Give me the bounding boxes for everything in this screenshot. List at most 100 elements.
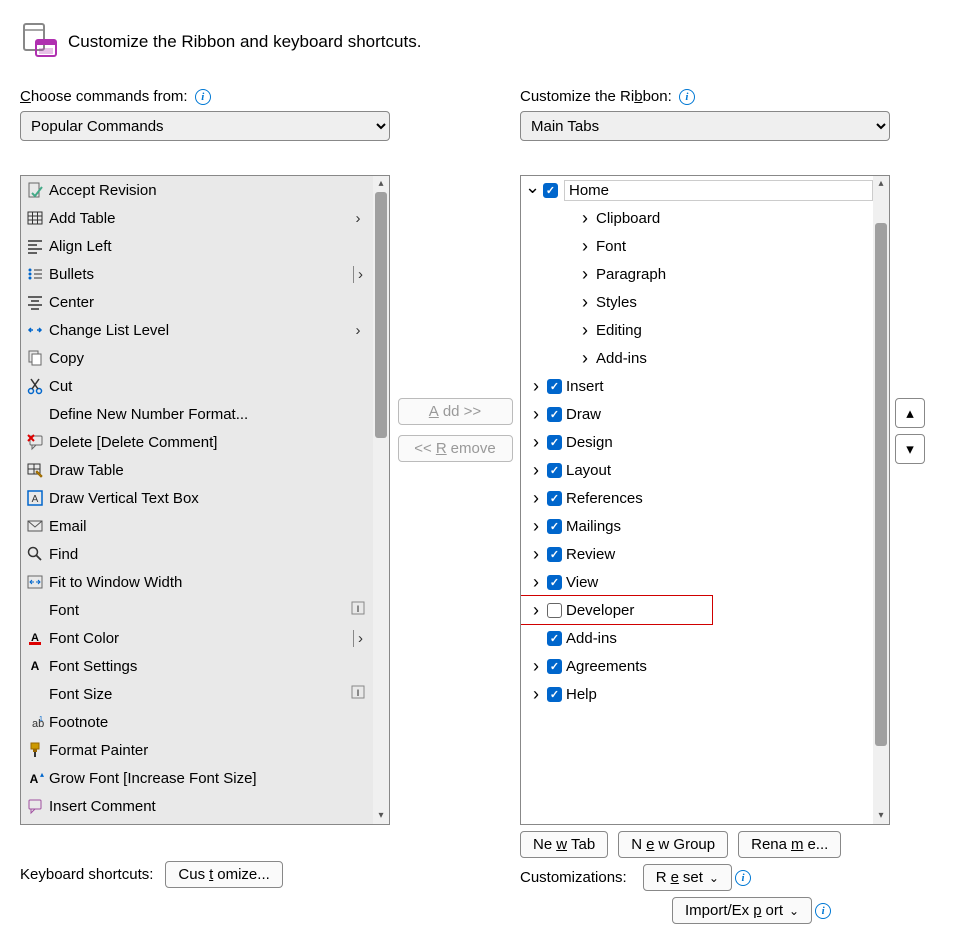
command-item[interactable]: Bullets› [21,260,373,288]
command-item[interactable]: Cut [21,372,373,400]
chevron-right-icon[interactable] [578,348,592,369]
checkbox[interactable] [547,547,562,562]
command-item[interactable]: A▴Grow Font [Increase Font Size] [21,764,373,792]
scroll-thumb[interactable] [875,223,887,747]
checkbox[interactable] [547,687,562,702]
info-icon[interactable]: i [735,870,751,886]
tree-row[interactable]: Editing [521,316,873,344]
tree-row[interactable]: Clipboard [521,204,873,232]
new-group-button[interactable]: New Group [618,831,728,858]
add-button[interactable]: Add >> [398,398,513,425]
remove-button[interactable]: << Remove [398,435,513,462]
customize-shortcuts-button[interactable]: Customize... [165,861,282,888]
info-icon[interactable]: i [679,89,695,105]
scrollbar[interactable]: ▴ ▾ [873,176,889,824]
command-item[interactable]: Fit to Window Width [21,568,373,596]
checkbox[interactable] [547,575,562,590]
rename-button[interactable]: Rename... [738,831,841,858]
chevron-right-icon[interactable] [529,656,543,677]
tree-row[interactable]: Review [521,540,873,568]
command-item[interactable]: Change List Level› [21,316,373,344]
command-item[interactable]: Align Left [21,232,373,260]
checkbox[interactable] [547,659,562,674]
command-item[interactable]: Font SizeI [21,680,373,708]
scroll-down-icon[interactable]: ▾ [373,808,389,824]
command-item[interactable]: AFont Color› [21,624,373,652]
reset-button[interactable]: Reset⌄ [643,864,732,891]
scroll-down-icon[interactable]: ▾ [873,808,889,824]
scroll-up-icon[interactable]: ▴ [373,176,389,192]
command-item[interactable]: Insert Page & Section Breaks [21,820,373,824]
tree-row[interactable]: Layout [521,456,873,484]
tree-row[interactable]: Paragraph [521,260,873,288]
checkbox[interactable] [543,183,558,198]
checkbox[interactable] [547,631,562,646]
chevron-right-icon[interactable] [578,320,592,341]
chevron-right-icon[interactable] [529,684,543,705]
command-item[interactable]: Draw Table [21,456,373,484]
ribbon-tree[interactable]: HomeClipboardFontParagraphStylesEditingA… [520,175,890,825]
tree-row[interactable]: Draw [521,400,873,428]
import-export-button[interactable]: Import/Export⌄ [672,897,812,924]
command-item[interactable]: Define New Number Format... [21,400,373,428]
new-tab-button[interactable]: New Tab [520,831,608,858]
tree-row[interactable]: Add-ins [521,344,873,372]
checkbox[interactable] [547,519,562,534]
scroll-thumb[interactable] [375,192,387,438]
chevron-right-icon[interactable] [529,600,543,621]
chevron-right-icon[interactable] [529,516,543,537]
info-icon[interactable]: i [815,903,831,919]
command-item[interactable]: Add Table› [21,204,373,232]
checkbox[interactable] [547,435,562,450]
chevron-right-icon[interactable] [578,236,592,257]
tree-row[interactable]: View [521,568,873,596]
command-item[interactable]: AFont Settings [21,652,373,680]
checkbox[interactable] [547,379,562,394]
command-item[interactable]: Accept Revision [21,176,373,204]
move-down-button[interactable]: ▾ [895,434,925,464]
tree-row[interactable]: Mailings [521,512,873,540]
tree-row[interactable]: Help [521,680,873,708]
chevron-right-icon[interactable] [529,432,543,453]
tree-row[interactable]: Insert [521,372,873,400]
chevron-right-icon[interactable] [578,264,592,285]
tree-row[interactable]: Agreements [521,652,873,680]
command-item[interactable]: ab1Footnote [21,708,373,736]
checkbox[interactable] [547,407,562,422]
command-item[interactable]: Copy [21,344,373,372]
tree-row[interactable]: Font [521,232,873,260]
tree-row[interactable]: Design [521,428,873,456]
command-item[interactable]: Email [21,512,373,540]
chevron-down-icon[interactable] [525,180,539,201]
command-item[interactable]: FontI [21,596,373,624]
command-item[interactable]: Delete [Delete Comment] [21,428,373,456]
chevron-right-icon[interactable] [529,376,543,397]
move-up-button[interactable]: ▴ [895,398,925,428]
command-item[interactable]: Center [21,288,373,316]
chevron-right-icon[interactable] [529,404,543,425]
command-item[interactable]: ADraw Vertical Text Box [21,484,373,512]
customize-ribbon-dropdown[interactable]: Main Tabs [520,111,890,141]
tree-row[interactable]: Developer [521,596,873,624]
checkbox[interactable] [547,491,562,506]
info-icon[interactable]: i [195,89,211,105]
tree-row[interactable]: Add-ins [521,624,873,652]
choose-commands-dropdown[interactable]: Popular Commands [20,111,390,141]
checkbox[interactable] [547,603,562,618]
chevron-right-icon[interactable] [578,292,592,313]
command-item[interactable]: Format Painter [21,736,373,764]
tree-row[interactable]: References [521,484,873,512]
chevron-right-icon[interactable] [529,544,543,565]
commands-listbox[interactable]: Accept RevisionAdd Table›Align LeftBulle… [20,175,390,825]
command-item[interactable]: Find [21,540,373,568]
scrollbar[interactable]: ▴ ▾ [373,176,389,824]
scroll-up-icon[interactable]: ▴ [873,176,889,192]
tree-row-home[interactable]: Home [521,176,873,204]
chevron-right-icon[interactable] [578,208,592,229]
command-item[interactable]: Insert Comment [21,792,373,820]
chevron-right-icon[interactable] [529,488,543,509]
chevron-right-icon[interactable] [529,460,543,481]
checkbox[interactable] [547,463,562,478]
tree-row[interactable]: Styles [521,288,873,316]
chevron-right-icon[interactable] [529,572,543,593]
